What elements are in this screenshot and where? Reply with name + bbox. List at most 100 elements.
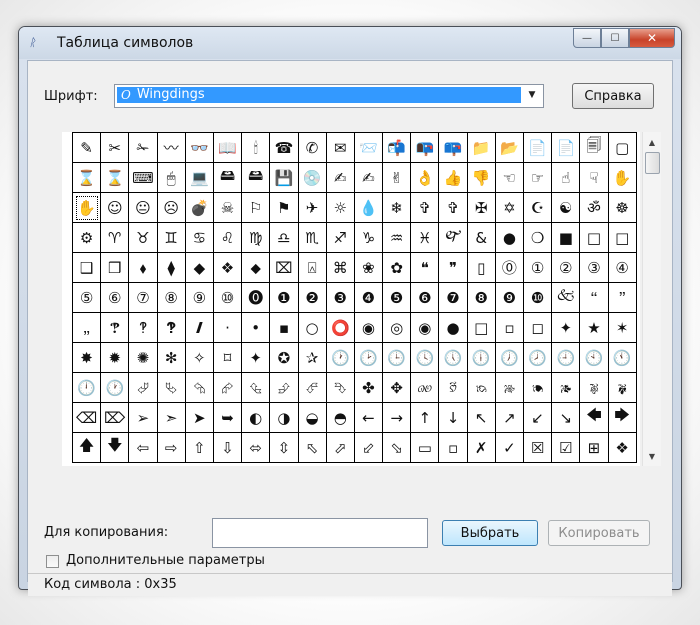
character-cell[interactable]: ♋: [185, 223, 214, 253]
character-cell[interactable]: ②: [552, 253, 581, 283]
character-cell[interactable]: 🕒: [383, 343, 412, 373]
character-cell[interactable]: ⌛: [101, 163, 130, 193]
character-cell[interactable]: ⑧: [157, 283, 186, 313]
character-cell[interactable]: ⮵: [270, 373, 299, 403]
character-cell[interactable]: ⚐: [242, 193, 271, 223]
character-cell[interactable]: ⮶: [298, 373, 327, 403]
grid-scrollbar[interactable]: ▲ ▼: [642, 132, 661, 466]
character-cell[interactable]: ☟: [580, 163, 609, 193]
character-cell[interactable]: ✠: [467, 193, 496, 223]
character-cell[interactable]: ⇧: [185, 433, 214, 463]
character-grid[interactable]: ✎ ✂ ✁ 〰 👓 📖 🕯 ☎ ✆ ✉ 📨 📬 📭 📪 📁 📂 📄 📄 🗐 ▢ ⌛ ⌛ ⌨ 🖱 💻 🖴 🖴 💾 💿 ✍ ✍ ✌ 👌 👍 👎 ☜ ☞ ☝ ☟ ✋…: [72, 132, 637, 463]
character-cell[interactable]: 💿: [298, 163, 327, 193]
character-cell[interactable]: ⮷: [326, 373, 355, 403]
character-cell[interactable]: 🕐: [326, 343, 355, 373]
character-cell[interactable]: ☪: [524, 193, 553, 223]
character-cell[interactable]: 🙷: [608, 283, 637, 313]
character-cell[interactable]: 👓: [185, 133, 214, 163]
character-cell[interactable]: 🗐: [580, 133, 609, 163]
character-cell[interactable]: ⚑: [270, 193, 299, 223]
character-cell[interactable]: 📄: [524, 133, 553, 163]
character-cell[interactable]: ★: [580, 313, 609, 343]
character-cell[interactable]: ❼: [439, 283, 468, 313]
character-cell[interactable]: ☝: [552, 163, 581, 193]
close-button[interactable]: ✕: [629, 28, 675, 48]
character-cell[interactable]: ➢: [129, 403, 158, 433]
character-cell[interactable]: 👍: [439, 163, 468, 193]
character-cell[interactable]: ✦: [242, 343, 271, 373]
character-cell[interactable]: ✋: [608, 163, 637, 193]
character-cell[interactable]: ⮰: [129, 373, 158, 403]
character-cell[interactable]: ⑦: [129, 283, 158, 313]
character-cell[interactable]: ◓: [326, 403, 355, 433]
character-cell[interactable]: ↖: [467, 403, 496, 433]
character-cell[interactable]: ⊞: [580, 433, 609, 463]
character-cell[interactable]: 🕖: [495, 343, 524, 373]
character-cell[interactable]: 🙗: [608, 373, 637, 403]
character-cell[interactable]: •: [242, 313, 271, 343]
character-cell[interactable]: ▢: [608, 133, 637, 163]
character-cell[interactable]: □: [580, 223, 609, 253]
character-cell[interactable]: ⭕: [326, 313, 355, 343]
character-cell[interactable]: 🕘: [552, 343, 581, 373]
scroll-down-arrow-icon[interactable]: ▼: [643, 448, 661, 464]
character-cell[interactable]: 🕚: [608, 343, 637, 373]
character-cell[interactable]: ✿: [383, 253, 412, 283]
character-cell[interactable]: ❿: [524, 283, 553, 313]
character-cell[interactable]: ♐: [326, 223, 355, 253]
character-cell[interactable]: ❝: [411, 253, 440, 283]
character-cell[interactable]: 🕔: [439, 343, 468, 373]
character-cell[interactable]: 🡇: [101, 433, 130, 463]
character-cell[interactable]: 🕯: [242, 133, 271, 163]
character-cell[interactable]: 🙹: [101, 313, 130, 343]
character-cell[interactable]: 🙒: [467, 373, 496, 403]
character-cell[interactable]: ❀: [354, 253, 384, 283]
character-cell[interactable]: ◑: [270, 403, 299, 433]
character-cell[interactable]: ↑: [411, 403, 440, 433]
character-cell[interactable]: ❄: [383, 193, 412, 223]
character-cell[interactable]: ⇩: [213, 433, 243, 463]
character-cell[interactable]: ▫: [495, 313, 524, 343]
character-cell[interactable]: ♉: [129, 223, 158, 253]
character-cell[interactable]: ❖: [213, 253, 243, 283]
scroll-thumb[interactable]: [645, 152, 660, 174]
character-cell[interactable]: ✶: [608, 313, 637, 343]
character-cell[interactable]: ❻: [411, 283, 440, 313]
character-cell[interactable]: 💻: [185, 163, 214, 193]
maximize-button[interactable]: ☐: [601, 28, 629, 48]
copy-input[interactable]: [212, 518, 428, 548]
character-cell[interactable]: □: [467, 313, 496, 343]
character-cell[interactable]: 🕕: [467, 343, 496, 373]
character-cell[interactable]: ①: [524, 253, 553, 283]
character-cell[interactable]: ♈: [101, 223, 130, 253]
character-cell[interactable]: ⮱: [157, 373, 186, 403]
character-cell[interactable]: ⧫: [157, 253, 186, 283]
character-cell[interactable]: ⬃: [354, 433, 384, 463]
character-cell[interactable]: ⌦: [101, 403, 130, 433]
help-button[interactable]: Справка: [572, 83, 654, 109]
character-cell[interactable]: 🙰: [439, 223, 468, 253]
character-cell[interactable]: ♓: [411, 223, 440, 253]
character-cell[interactable]: ☸: [608, 193, 637, 223]
character-cell[interactable]: ▪: [270, 313, 299, 343]
character-cell[interactable]: ♊: [157, 223, 186, 253]
character-cell[interactable]: 🡆: [608, 403, 637, 433]
character-cell[interactable]: □: [608, 223, 637, 253]
character-cell[interactable]: ✌: [383, 163, 412, 193]
character-cell[interactable]: ✦: [552, 313, 581, 343]
character-cell[interactable]: 😐: [129, 193, 158, 223]
character-cell[interactable]: ♍: [242, 223, 271, 253]
character-cell[interactable]: 🙔: [524, 373, 553, 403]
character-cell[interactable]: ☎: [270, 133, 299, 163]
character-cell[interactable]: ●: [495, 223, 524, 253]
character-cell[interactable]: ✪: [270, 343, 299, 373]
character-cell[interactable]: 📨: [354, 133, 384, 163]
character-cell[interactable]: ✧: [185, 343, 214, 373]
title-bar[interactable]: ᚱ Таблица символов — ☐ ✕: [19, 27, 681, 59]
character-cell[interactable]: 👎: [467, 163, 496, 193]
character-cell[interactable]: ☹: [157, 193, 186, 223]
character-cell[interactable]: ☠: [213, 193, 243, 223]
character-cell[interactable]: ☒: [524, 433, 553, 463]
character-cell[interactable]: ⇦: [129, 433, 158, 463]
character-cell[interactable]: ✍: [354, 163, 384, 193]
